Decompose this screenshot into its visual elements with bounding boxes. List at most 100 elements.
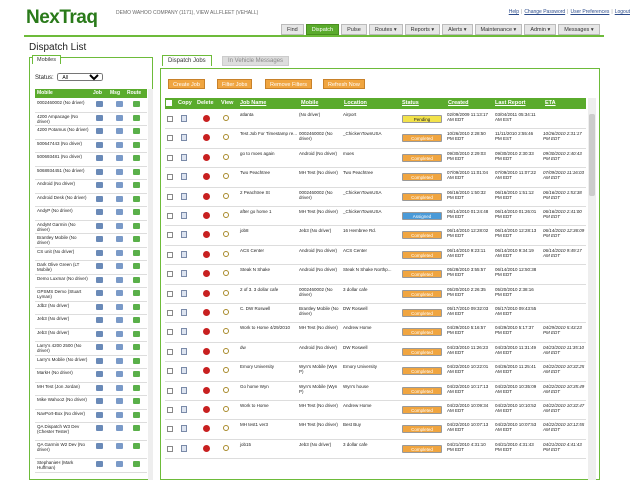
tab-maintenance[interactable]: Maintenance ▾ — [474, 24, 523, 35]
mobile-row[interactable]: AndyM Garmin (No driver) — [35, 221, 147, 234]
jobs-scrollbar[interactable] — [588, 98, 596, 480]
job-row[interactable]: MH test1 ver3 MH Test (No driver) Best Buy… — [165, 420, 586, 440]
copy-icon[interactable] — [181, 289, 187, 297]
car-icon[interactable] — [96, 101, 103, 107]
mobile-row[interactable]: AndyP (No driver) — [35, 207, 147, 221]
mobile-row[interactable]: 4200 Potamus (No driver) — [35, 126, 147, 140]
tab-alerts[interactable]: Alerts ▾ — [442, 24, 473, 35]
view-icon[interactable] — [223, 309, 229, 315]
job-row[interactable]: Work to Home MH Test (No driver) Andrew Ho… — [165, 401, 586, 421]
copy-icon[interactable] — [181, 406, 187, 413]
route-icon[interactable] — [133, 168, 140, 175]
view-icon[interactable] — [223, 231, 229, 238]
tab-admin[interactable]: Admin ▾ — [524, 24, 557, 35]
row-checkbox[interactable] — [167, 407, 173, 413]
copy-icon[interactable] — [181, 192, 187, 200]
delete-icon[interactable] — [203, 134, 210, 142]
job-row[interactable]: dw Android (No driver) DW Roswell Completed… — [165, 343, 586, 363]
view-icon[interactable] — [223, 367, 229, 374]
copy-icon[interactable] — [181, 270, 187, 278]
job-row[interactable]: 2 of 3. 3 dollar cafe 0002460002 (No driv… — [165, 285, 586, 304]
message-icon[interactable] — [116, 357, 123, 364]
status-select[interactable]: All — [57, 73, 104, 81]
view-icon[interactable] — [223, 347, 229, 354]
job-row[interactable]: ACS Center Android (No driver) ACS Center C… — [165, 246, 586, 266]
view-icon[interactable] — [223, 328, 229, 335]
route-icon[interactable] — [133, 411, 140, 418]
delete-icon[interactable] — [203, 231, 210, 239]
mobile-row[interactable]: MarkH (No driver) — [35, 369, 147, 383]
route-icon[interactable] — [133, 317, 140, 323]
message-icon[interactable] — [116, 290, 123, 296]
car-icon[interactable] — [96, 249, 103, 256]
mobile-row[interactable]: StephanieH (Mark Huffman) — [35, 459, 147, 473]
copy-icon[interactable] — [181, 444, 187, 452]
select-all-checkbox[interactable] — [166, 100, 172, 106]
refresh-now-button[interactable]: Refresh Now — [323, 79, 365, 89]
mobile-column-header[interactable]: Mobile — [301, 100, 318, 106]
view-icon[interactable] — [223, 289, 229, 296]
view-icon[interactable] — [223, 153, 229, 160]
row-checkbox[interactable] — [167, 251, 173, 258]
tab-in-vehicle-messages[interactable]: In Vehicle Messages — [222, 56, 290, 66]
route-icon[interactable] — [133, 209, 140, 215]
route-icon[interactable] — [133, 461, 140, 467]
job-row[interactable]: 2 Peachtree St 0002460002 (No driver) _Chi… — [165, 188, 586, 207]
mobile-row[interactable]: 500647443 (No driver) — [35, 140, 147, 153]
delete-icon[interactable] — [203, 406, 210, 413]
message-icon[interactable] — [116, 344, 123, 350]
route-icon[interactable] — [133, 371, 140, 377]
car-icon[interactable] — [96, 276, 103, 283]
car-icon[interactable] — [96, 384, 103, 391]
car-icon[interactable] — [96, 236, 103, 242]
change-password-link[interactable]: Change Password — [524, 9, 565, 15]
car-icon[interactable] — [96, 411, 103, 418]
row-checkbox[interactable] — [167, 329, 173, 336]
view-icon[interactable] — [223, 386, 229, 393]
message-icon[interactable] — [116, 249, 123, 256]
message-icon[interactable] — [116, 330, 123, 337]
job-row[interactable]: job8 Jeb3 (No driver) 16 Hembree Rd. Comple… — [165, 226, 586, 246]
route-icon[interactable] — [133, 249, 140, 256]
delete-icon[interactable] — [203, 444, 210, 452]
route-icon[interactable] — [133, 236, 140, 242]
message-icon[interactable] — [116, 263, 123, 269]
route-icon[interactable] — [133, 344, 140, 350]
mobile-row[interactable]: QA Dispatch W3 Dev (Chester Tester) — [35, 423, 147, 441]
route-icon[interactable] — [133, 425, 140, 431]
row-checkbox[interactable] — [167, 174, 173, 181]
row-checkbox[interactable] — [167, 310, 173, 316]
mobile-row[interactable]: Android (No driver) — [35, 180, 147, 194]
copy-icon[interactable] — [181, 386, 187, 394]
route-icon[interactable] — [133, 330, 140, 337]
mobile-column-header[interactable]: Mobile — [37, 90, 53, 96]
car-icon[interactable] — [96, 209, 103, 215]
message-icon[interactable] — [116, 168, 123, 175]
route-icon[interactable] — [133, 303, 140, 310]
eta-column-header[interactable]: ETA — [545, 100, 556, 106]
mobile-row[interactable]: Jeb3 (No driver) — [35, 329, 147, 342]
view-icon[interactable] — [223, 425, 229, 432]
row-checkbox[interactable] — [167, 290, 173, 297]
job-row[interactable]: atlanta (No driver) Airport Pending 02/09/20… — [165, 110, 586, 130]
copy-icon[interactable] — [181, 347, 187, 355]
tab-mobiles[interactable]: Mobiles — [32, 55, 61, 64]
message-icon[interactable] — [116, 195, 123, 202]
mobile-row[interactable]: 500693481 (No driver) — [35, 153, 147, 167]
route-icon[interactable] — [133, 141, 140, 148]
delete-icon[interactable] — [203, 386, 210, 394]
car-icon[interactable] — [96, 398, 103, 404]
copy-icon[interactable] — [181, 250, 187, 258]
delete-icon[interactable] — [203, 367, 210, 375]
message-icon[interactable] — [116, 114, 123, 121]
mobile-row[interactable]: 4200 Ampacage (No driver) — [35, 113, 147, 126]
mobile-row[interactable]: Larry's 4200 2500 (No driver) — [35, 342, 147, 356]
route-icon[interactable] — [133, 384, 140, 391]
delete-icon[interactable] — [203, 192, 210, 200]
mobile-row[interactable]: QA Garmin W2 Dev (No driver) — [35, 441, 147, 459]
car-icon[interactable] — [96, 168, 103, 175]
mobile-row[interactable]: GPSMS Demo (Stuart Lyman) — [35, 288, 147, 302]
row-checkbox[interactable] — [167, 445, 173, 452]
row-checkbox[interactable] — [167, 135, 173, 142]
mobile-row[interactable]: Jeb3 (No driver) — [35, 315, 147, 329]
